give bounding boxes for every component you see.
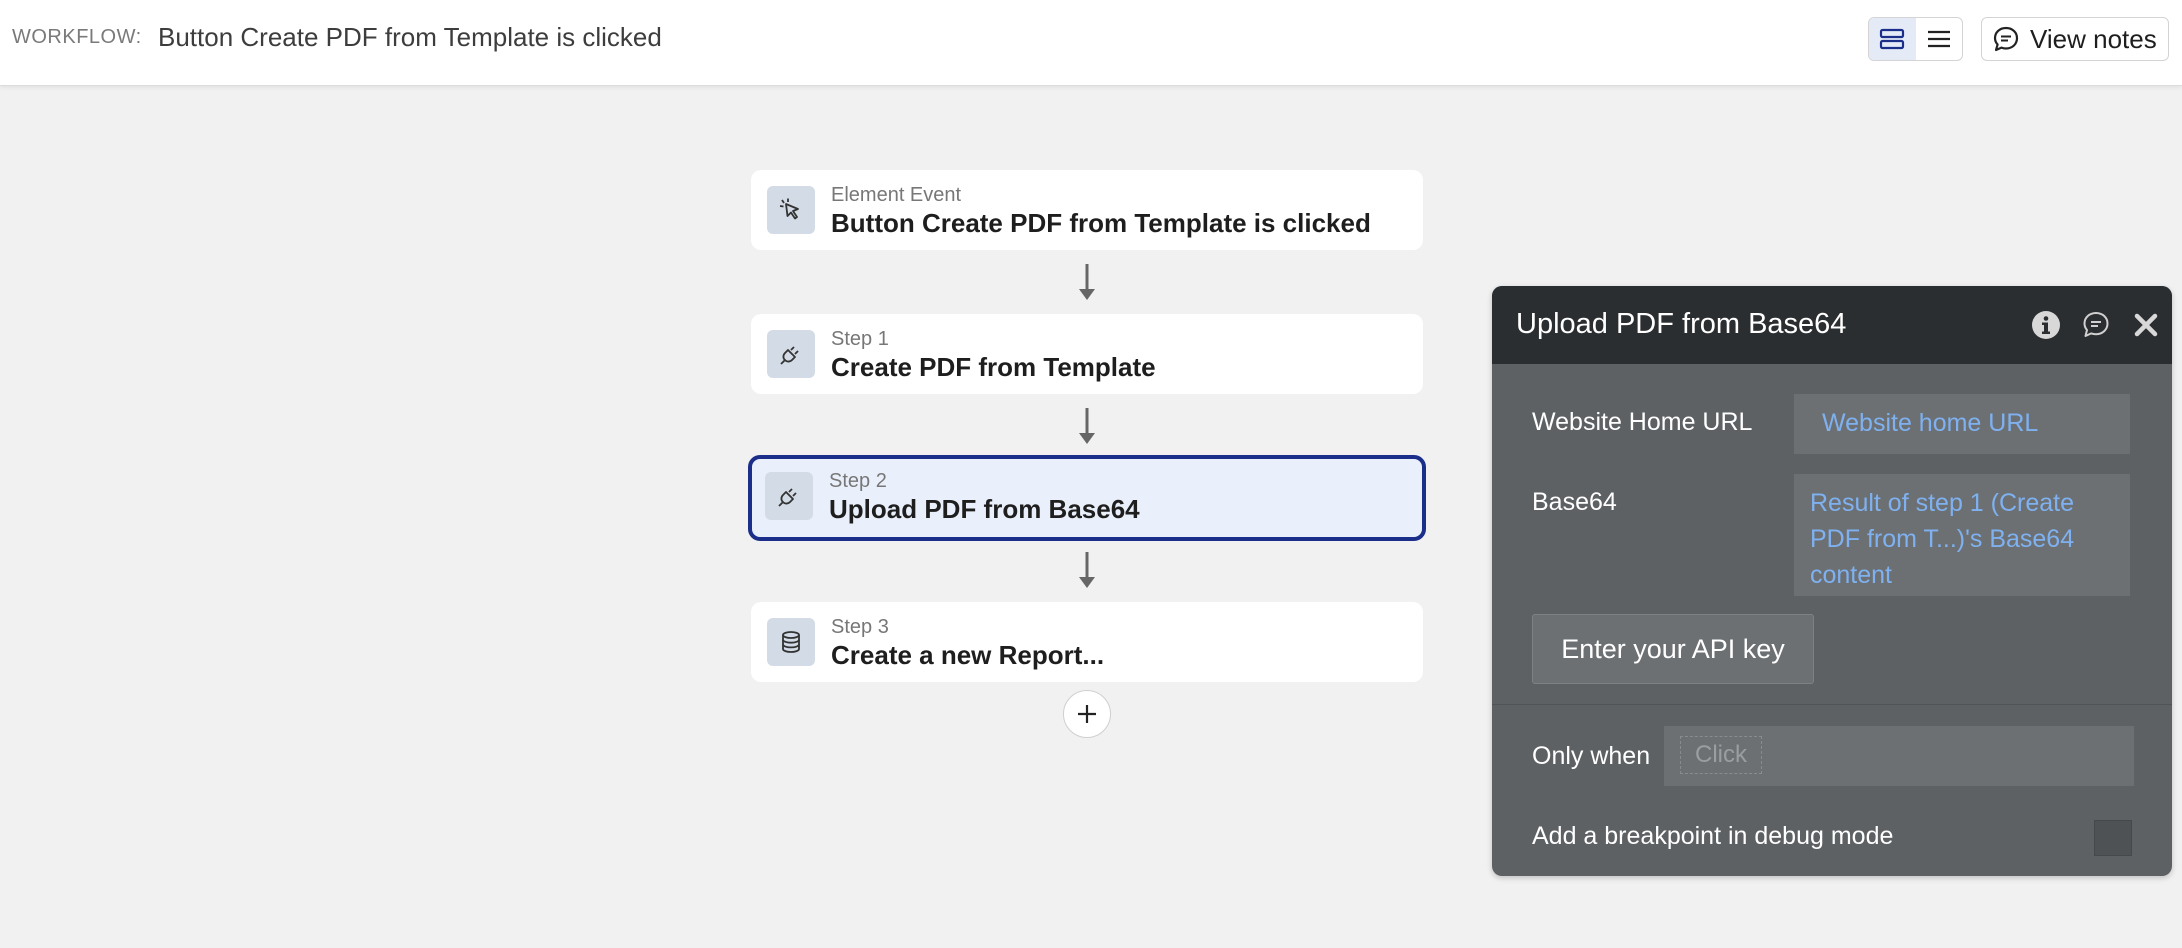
only-when-condition-field[interactable]: Click [1664, 726, 2134, 786]
step-1-card[interactable]: Step 1 Create PDF from Template [751, 314, 1423, 394]
workflow-label: WORKFLOW: [12, 26, 142, 48]
step-2-card[interactable]: Step 2 Upload PDF from Base64 [748, 455, 1426, 541]
comment-icon [1993, 26, 2019, 52]
close-icon[interactable] [2130, 309, 2162, 341]
panel-title: Upload PDF from Base64 [1516, 308, 1847, 340]
view-notes-button[interactable]: View notes [1981, 17, 2169, 61]
plug-icon [765, 472, 813, 520]
event-card[interactable]: Element Event Button Create PDF from Tem… [751, 170, 1423, 250]
view-notes-label: View notes [2030, 23, 2157, 54]
list-view-button[interactable] [1916, 18, 1963, 60]
step-3-subtitle: Step 3 [831, 616, 889, 638]
workflow-name[interactable]: Button Create PDF from Template is click… [158, 22, 662, 53]
base64-label: Base64 [1532, 488, 1617, 516]
workflow-header: WORKFLOW: Button Create PDF from Templat… [0, 0, 2182, 86]
only-when-label: Only when [1532, 742, 1651, 770]
flow-arrow [1079, 408, 1095, 444]
comment-icon[interactable] [2080, 309, 2112, 341]
flow-arrow [1079, 552, 1095, 588]
enter-api-key-button[interactable]: Enter your API key [1532, 614, 1814, 684]
only-when-placeholder[interactable]: Click [1680, 736, 1762, 774]
step-2-subtitle: Step 2 [829, 470, 887, 492]
list-view-icon [1927, 30, 1950, 48]
step-2-title: Upload PDF from Base64 [829, 494, 1140, 524]
database-icon [767, 618, 815, 666]
add-step-button[interactable] [1063, 690, 1111, 738]
cursor-click-icon [767, 186, 815, 234]
info-icon[interactable] [2030, 309, 2062, 341]
breakpoint-checkbox[interactable] [2094, 820, 2132, 856]
plus-icon [1078, 705, 1096, 723]
breakpoint-label: Add a breakpoint in debug mode [1532, 822, 1894, 850]
card-view-button[interactable] [1869, 18, 1916, 60]
plug-icon [767, 330, 815, 378]
website-home-url-label: Website Home URL [1532, 408, 1753, 436]
step-1-subtitle: Step 1 [831, 328, 889, 350]
panel-divider [1492, 704, 2172, 705]
event-title: Button Create PDF from Template is click… [831, 208, 1371, 238]
base64-field[interactable]: Result of step 1 (Create PDF from T...)'… [1794, 474, 2130, 596]
step-3-card[interactable]: Step 3 Create a new Report... [751, 602, 1423, 682]
card-view-icon [1880, 28, 1905, 50]
website-home-url-field[interactable]: Website home URL [1794, 394, 2130, 454]
step-1-title: Create PDF from Template [831, 352, 1156, 382]
flow-arrow [1079, 264, 1095, 300]
panel-header: Upload PDF from Base64 [1492, 286, 2172, 364]
step-3-title: Create a new Report... [831, 640, 1105, 670]
view-mode-toggle [1868, 17, 1963, 61]
action-properties-panel: Upload PDF from Base64 Website Home URL … [1492, 286, 2172, 876]
event-subtitle: Element Event [831, 184, 962, 206]
